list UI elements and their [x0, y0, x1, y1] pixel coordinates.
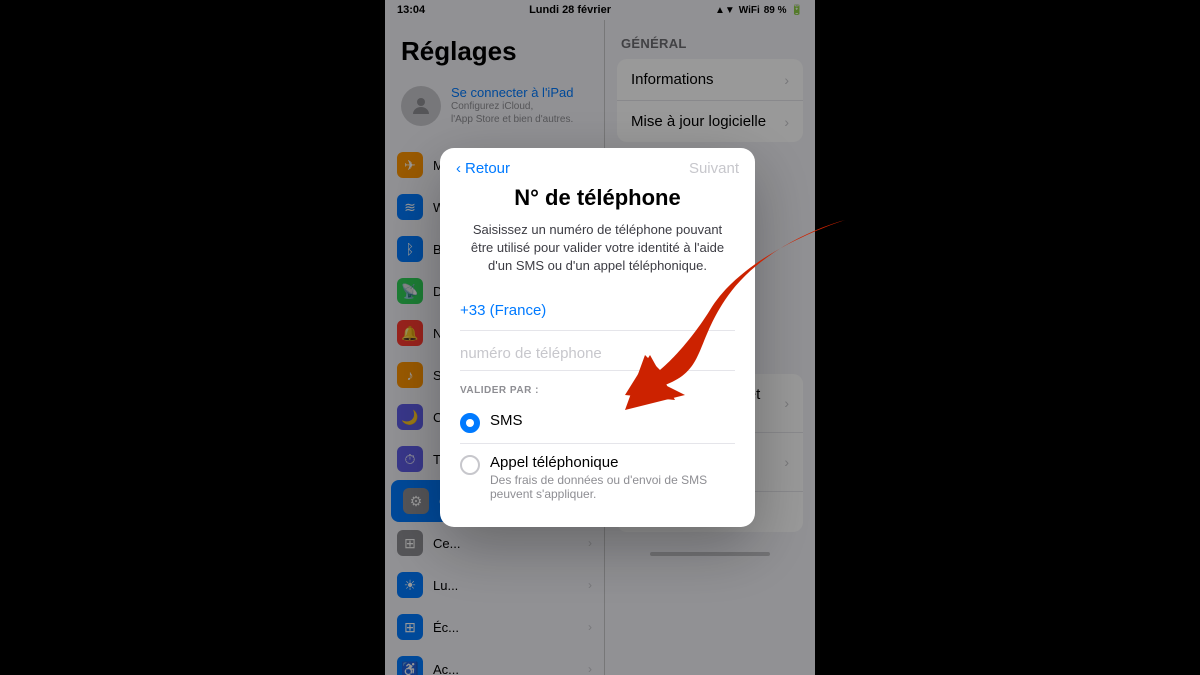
modal-description: Saisissez un numéro de téléphone pouvant… [460, 221, 735, 276]
radio-sub-appel: Des frais de données ou d'envoi de SMS p… [490, 473, 735, 501]
radio-title-appel: Appel téléphonique [490, 454, 735, 471]
modal-dialog: ‹ Retour Suivant N° de téléphone Saisiss… [440, 148, 755, 527]
radio-option-sms[interactable]: SMS [460, 402, 735, 444]
back-chevron-icon: ‹ [456, 160, 461, 177]
valider-label: VALIDER PAR : [460, 385, 735, 396]
radio-circle-sms [460, 413, 480, 433]
modal-next-label: Suivant [689, 160, 739, 177]
modal-body: N° de téléphone Saisissez un numéro de t… [440, 185, 755, 527]
radio-text-appel: Appel téléphonique Des frais de données … [490, 454, 735, 501]
modal-title: N° de téléphone [460, 185, 735, 211]
radio-option-appel[interactable]: Appel téléphonique Des frais de données … [460, 444, 735, 511]
phone-input[interactable] [460, 337, 735, 371]
country-code: +33 (France) [460, 302, 546, 319]
radio-circle-appel [460, 455, 480, 475]
radio-text-sms: SMS [490, 412, 523, 429]
back-label: Retour [465, 160, 510, 177]
modal-nav: ‹ Retour Suivant [440, 148, 755, 185]
country-selector[interactable]: +33 (France) [460, 292, 735, 331]
modal-back-button[interactable]: ‹ Retour [456, 160, 510, 177]
radio-title-sms: SMS [490, 412, 523, 429]
